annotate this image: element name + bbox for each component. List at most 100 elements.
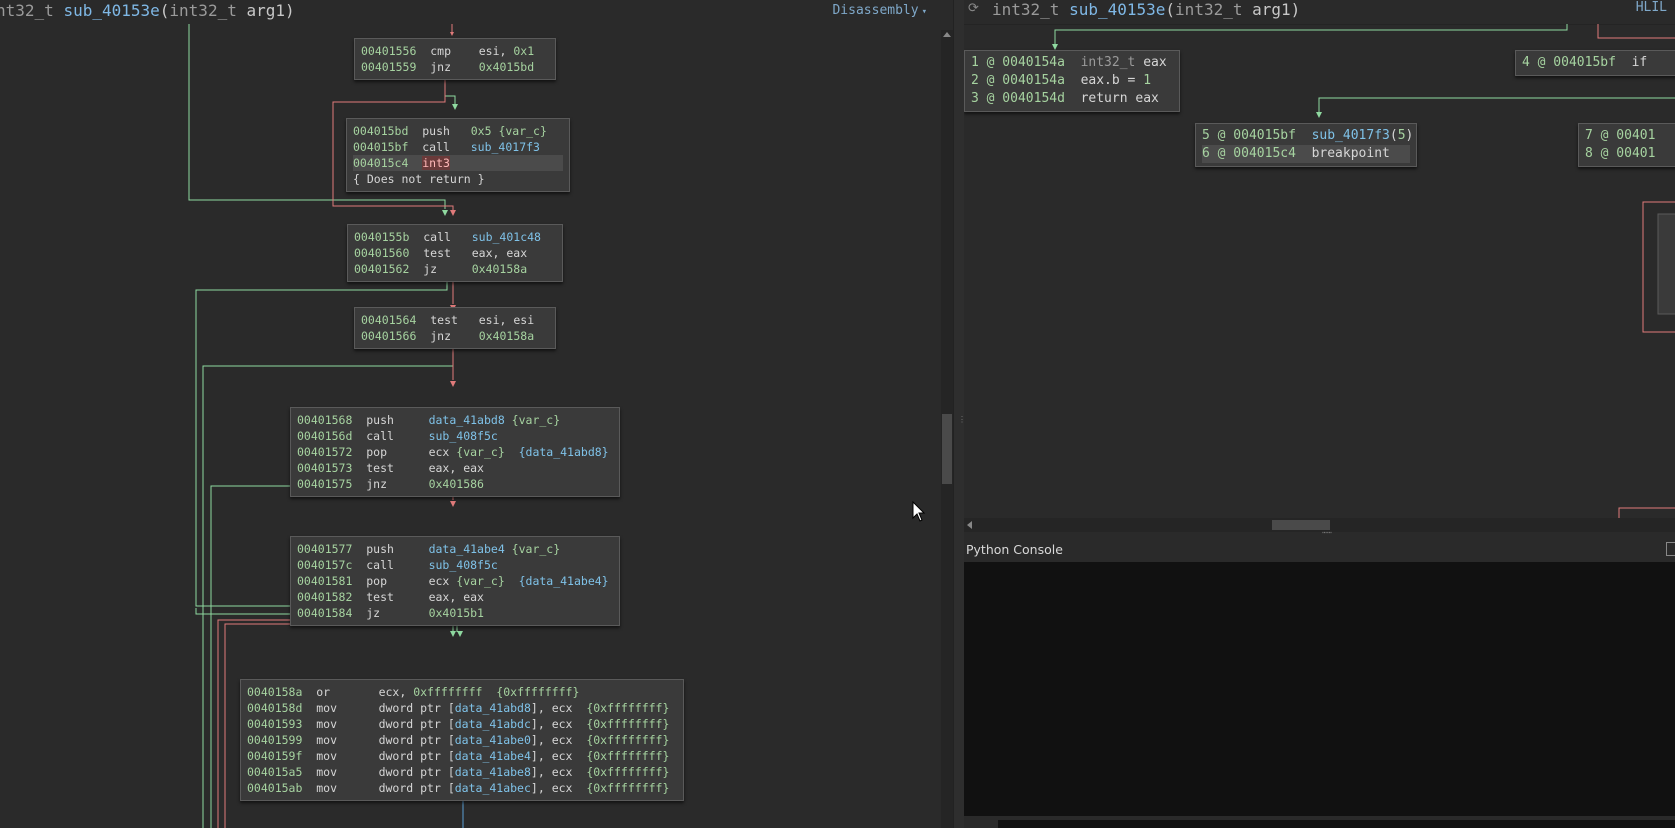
function-name[interactable]: sub_40153e xyxy=(1069,0,1165,19)
instruction-address[interactable]: 0040158d xyxy=(247,701,302,715)
scrollbar-thumb[interactable] xyxy=(942,414,952,484)
instruction-line[interactable]: 004015ab mov dword ptr [data_41abec], ec… xyxy=(247,780,677,796)
instruction-address[interactable]: 00401564 xyxy=(361,313,416,327)
instruction-line[interactable]: 00401573 test eax, eax xyxy=(297,460,613,476)
instruction-address[interactable]: 00401568 xyxy=(297,413,352,427)
instruction-address[interactable]: 00401560 xyxy=(354,246,409,260)
instruction-line[interactable]: 00401564 test esi, esi xyxy=(361,312,549,328)
instruction-address[interactable]: 004015c4 xyxy=(353,156,408,170)
instruction-mnemonic[interactable]: mov xyxy=(316,701,337,715)
instruction-mnemonic[interactable]: or xyxy=(316,685,330,699)
instruction-line[interactable]: 0040158a or ecx, 0xffffffff {0xffffffff} xyxy=(247,684,677,700)
symbol-reference[interactable]: sub_401c48 xyxy=(472,230,541,244)
symbol-reference[interactable]: sub_4017f3 xyxy=(471,140,540,154)
hlil-line[interactable]: 3 @ 0040154d return eax xyxy=(971,90,1173,108)
instruction-line[interactable]: 00401560 test eax, eax xyxy=(354,245,556,261)
symbol-reference[interactable]: data_41abd8 xyxy=(455,701,531,715)
instruction-line[interactable]: 00401582 test eax, eax xyxy=(297,589,613,605)
instruction-address[interactable]: 0040157c xyxy=(297,558,352,572)
symbol-reference[interactable]: data_41abe8 xyxy=(455,765,531,779)
instruction-line[interactable]: 00401593 mov dword ptr [data_41abdc], ec… xyxy=(247,716,677,732)
symbol-reference[interactable]: data_41abd8 xyxy=(429,413,512,427)
instruction-mnemonic[interactable]: jz xyxy=(366,606,380,620)
instruction-mnemonic[interactable]: jz xyxy=(423,262,437,276)
instruction-mnemonic[interactable]: push xyxy=(422,124,450,138)
instruction-mnemonic[interactable]: call xyxy=(422,140,450,154)
instruction-mnemonic[interactable]: pop xyxy=(366,574,387,588)
instruction-mnemonic[interactable]: int3 xyxy=(422,156,450,170)
console-output[interactable] xyxy=(964,562,1675,816)
instruction-line[interactable]: 0040157c call sub_408f5c xyxy=(297,557,613,573)
instruction-address[interactable]: 00401556 xyxy=(361,44,416,58)
instruction-address[interactable]: 00401584 xyxy=(297,606,352,620)
instruction-address[interactable]: 0040155b xyxy=(354,230,409,244)
instruction-mnemonic[interactable]: jnz xyxy=(366,477,387,491)
instruction-address[interactable]: 0040156d xyxy=(297,429,352,443)
basic-block[interactable]: 00401577 push data_41abe4 {var_c} 0040157… xyxy=(290,536,620,626)
symbol-reference[interactable]: data_41abdc xyxy=(455,717,531,731)
hlil-line[interactable]: 4 @ 004015bf if xyxy=(1522,54,1675,72)
instruction-mnemonic[interactable]: mov xyxy=(316,765,337,779)
horizontal-scrollbar[interactable] xyxy=(964,518,1675,532)
symbol-reference[interactable]: sub_4017f3 xyxy=(1312,128,1390,143)
instruction-address[interactable]: 00401581 xyxy=(297,574,352,588)
console-input[interactable] xyxy=(998,820,1675,828)
hlil-line[interactable]: 2 @ 0040154a eax.b = 1 xyxy=(971,72,1173,90)
instruction-line[interactable]: 00401568 push data_41abd8 {var_c} xyxy=(297,412,613,428)
basic-block[interactable]: 00401564 test esi, esi 00401566 jnz 0x401… xyxy=(354,307,556,349)
hlil-line[interactable]: 7 @ 00401 xyxy=(1585,127,1675,145)
instruction-line[interactable]: 0040156d call sub_408f5c xyxy=(297,428,613,444)
view-mode-dropdown[interactable]: Disassembly ▾ xyxy=(832,3,927,18)
basic-block[interactable]: 0040155b call sub_401c48 00401560 test ea… xyxy=(347,224,563,282)
instruction-mnemonic[interactable]: test xyxy=(366,590,394,604)
hlil-block-offscreen[interactable] xyxy=(1657,213,1675,315)
hlil-block[interactable]: 7 @ 00401 8 @ 00401 xyxy=(1578,123,1675,167)
instruction-address[interactable]: 00401566 xyxy=(361,329,416,343)
symbol-reference[interactable]: {data_41abe4} xyxy=(519,574,609,588)
instruction-address[interactable]: 00401582 xyxy=(297,590,352,604)
instruction-mnemonic[interactable]: push xyxy=(366,542,394,556)
instruction-mnemonic[interactable]: mov xyxy=(316,781,337,795)
instruction-address[interactable]: 00401559 xyxy=(361,60,416,74)
hlil-line[interactable]: 6 @ 004015c4 breakpoint xyxy=(1202,145,1410,163)
basic-block[interactable]: 0040158a or ecx, 0xffffffff {0xffffffff}… xyxy=(240,679,684,801)
hlil-line[interactable]: 5 @ 004015bf sub_4017f3(5) xyxy=(1202,127,1413,145)
instruction-line[interactable]: 00401572 pop ecx {var_c} {data_41abd8} xyxy=(297,444,613,460)
instruction-mnemonic[interactable]: test xyxy=(423,246,451,260)
basic-block[interactable]: 00401568 push data_41abd8 {var_c} 0040156… xyxy=(290,407,620,497)
instruction-address[interactable]: 00401573 xyxy=(297,461,352,475)
hlil-line[interactable]: 1 @ 0040154a int32_t eax xyxy=(971,54,1173,72)
instruction-mnemonic[interactable]: jnz xyxy=(430,329,451,343)
symbol-reference[interactable]: sub_408f5c xyxy=(429,558,498,572)
instruction-mnemonic[interactable]: jnz xyxy=(430,60,451,74)
hlil-block[interactable]: 1 @ 0040154a int32_t eax 2 @ 0040154a eax… xyxy=(964,50,1180,112)
instruction-address[interactable]: 0040159f xyxy=(247,749,302,763)
scroll-left-icon[interactable] xyxy=(967,521,972,529)
basic-block[interactable]: 004015bd push 0x5 {var_c} 004015bf call s… xyxy=(346,118,570,192)
instruction-mnemonic[interactable]: test xyxy=(430,313,458,327)
instruction-address[interactable]: 004015a5 xyxy=(247,765,302,779)
instruction-line[interactable]: 004015bf call sub_4017f3 xyxy=(353,139,563,155)
instruction-mnemonic[interactable]: push xyxy=(366,413,394,427)
instruction-mnemonic[interactable]: mov xyxy=(316,733,337,747)
instruction-line[interactable]: 0040159f mov dword ptr [data_41abe4], ec… xyxy=(247,748,677,764)
hlil-block[interactable]: 5 @ 004015bf sub_4017f3(5) 6 @ 004015c4 b… xyxy=(1195,123,1417,167)
symbol-reference[interactable]: data_41abe0 xyxy=(455,733,531,747)
instruction-address[interactable]: 004015bf xyxy=(353,140,408,154)
instruction-line[interactable]: 00401575 jnz 0x401586 xyxy=(297,476,613,492)
symbol-reference[interactable]: data_41abec xyxy=(455,781,531,795)
instruction-line[interactable]: 00401566 jnz 0x40158a xyxy=(361,328,549,344)
instruction-address[interactable]: 00401562 xyxy=(354,262,409,276)
hlil-line[interactable]: 8 @ 00401 xyxy=(1585,145,1675,163)
instruction-line[interactable]: 00401584 jz 0x4015b1 xyxy=(297,605,613,621)
instruction-mnemonic[interactable]: call xyxy=(366,429,394,443)
vertical-scrollbar[interactable] xyxy=(941,30,953,828)
basic-block[interactable]: 00401556 cmp esi, 0x1 00401559 jnz 0x4015… xyxy=(354,38,556,80)
instruction-line[interactable]: 00401581 pop ecx {var_c} {data_41abe4} xyxy=(297,573,613,589)
view-mode-dropdown[interactable]: HLIL xyxy=(1636,0,1667,15)
instruction-mnemonic[interactable]: call xyxy=(366,558,394,572)
symbol-reference[interactable]: data_41abe4 xyxy=(455,749,531,763)
instruction-mnemonic[interactable]: mov xyxy=(316,749,337,763)
instruction-line[interactable]: 004015c4 int3 xyxy=(353,155,563,171)
instruction-address[interactable]: 0040158a xyxy=(247,685,302,699)
